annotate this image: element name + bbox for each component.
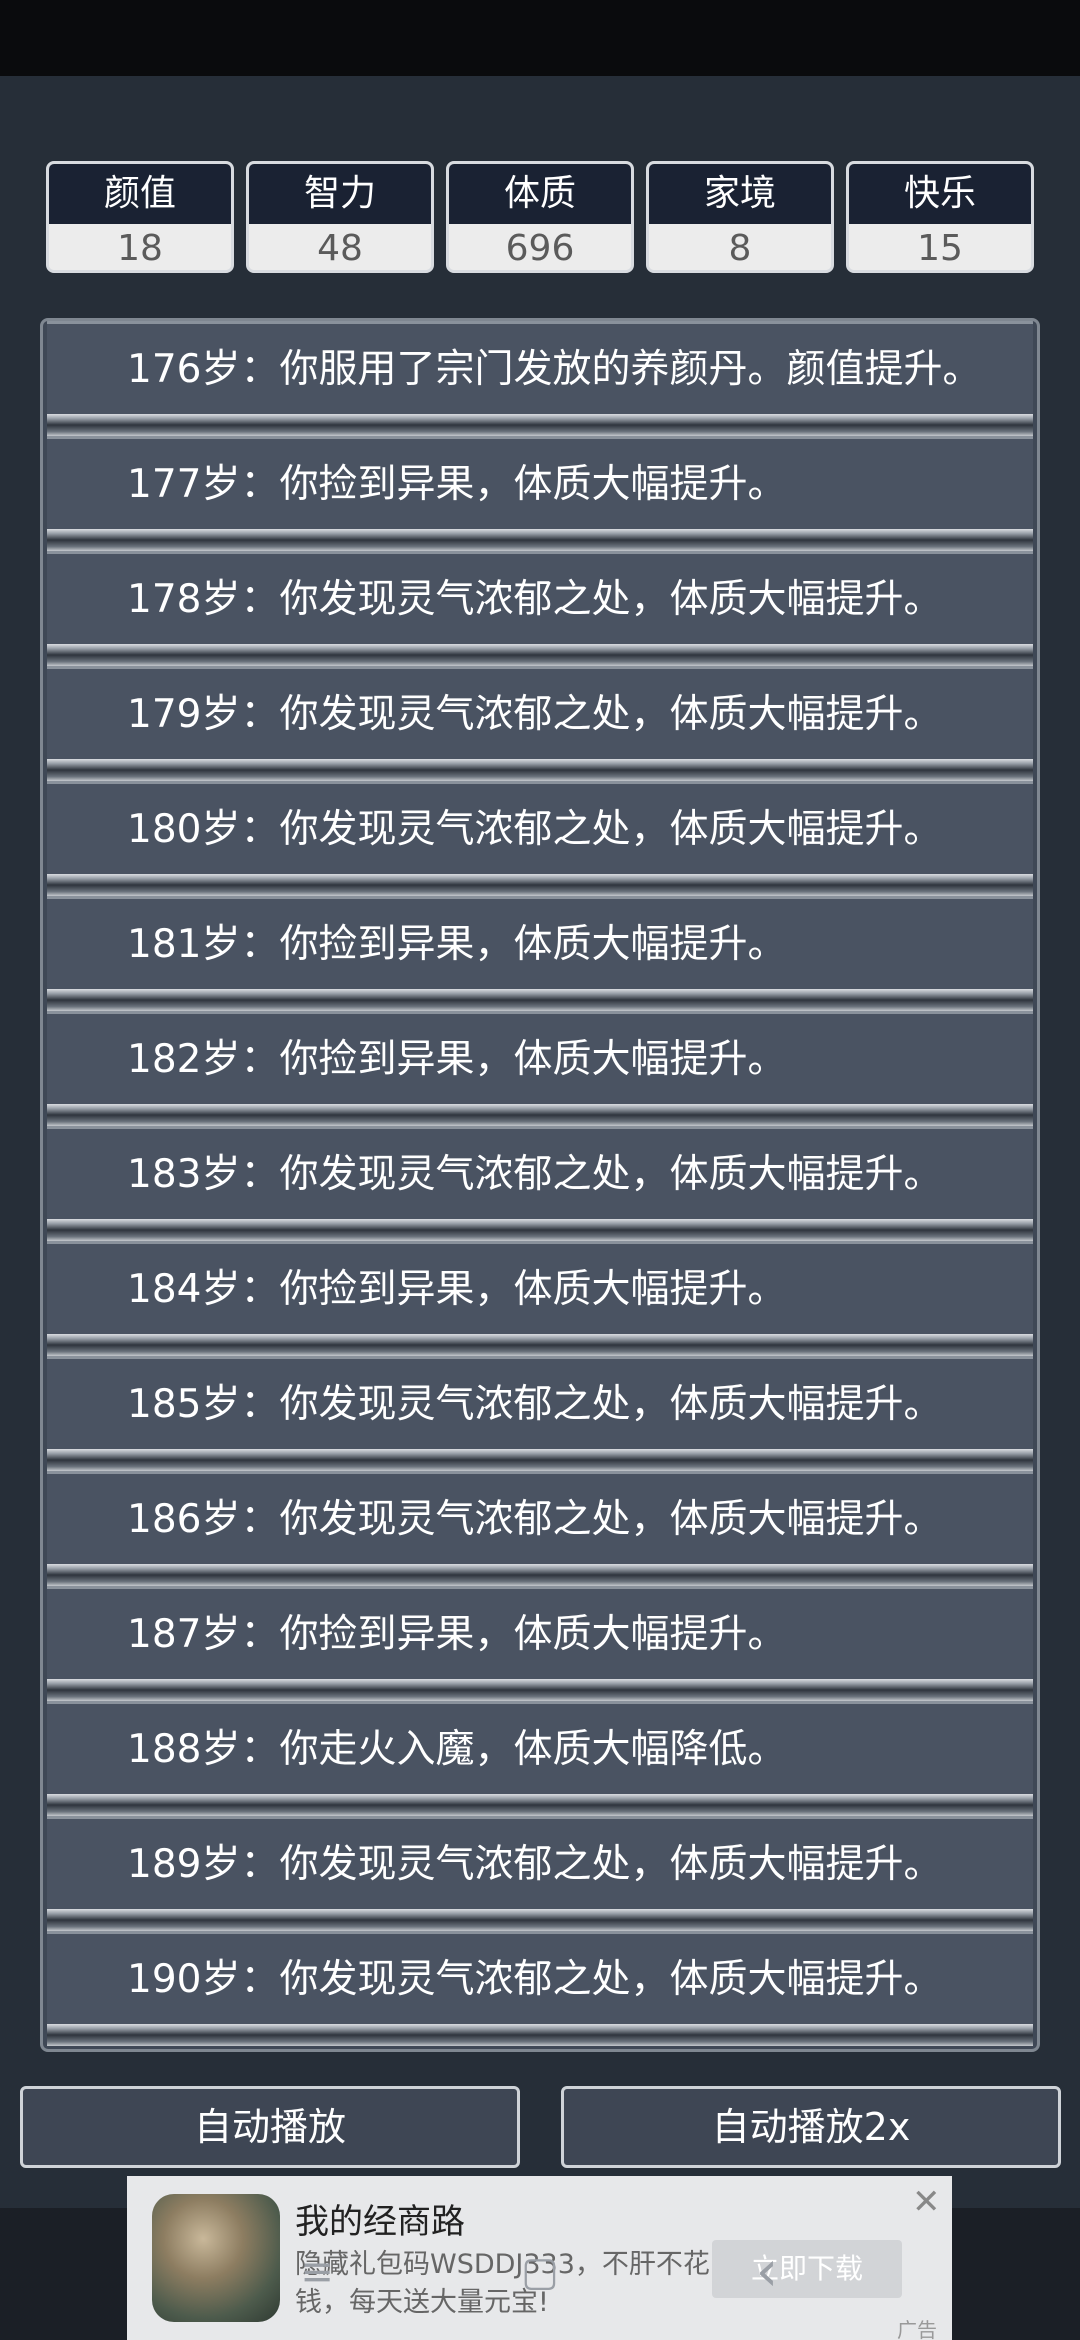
ad-download-button[interactable]: 立即下载 (712, 2240, 902, 2298)
stat-card-family: 家境 8 (646, 161, 834, 273)
log-entry-text: 188岁：你走火入魔，体质大幅降低。 (127, 1727, 787, 1772)
stat-card-intelligence: 智力 48 (246, 161, 434, 273)
log-entry: 178岁：你发现灵气浓郁之处，体质大幅提升。 (47, 551, 1033, 666)
row-divider (47, 414, 1033, 436)
log-entry: 188岁：你走火入魔，体质大幅降低。 (47, 1701, 1033, 1816)
row-divider (47, 1564, 1033, 1586)
log-entry: 179岁：你发现灵气浓郁之处，体质大幅提升。 (47, 666, 1033, 781)
log-entry: 184岁：你捡到异果，体质大幅提升。 (47, 1241, 1033, 1356)
stat-value: 8 (649, 224, 831, 270)
stat-card-appearance: 颜值 18 (46, 161, 234, 273)
ad-app-icon[interactable] (152, 2194, 280, 2322)
log-entry-text: 186岁：你发现灵气浓郁之处，体质大幅提升。 (127, 1497, 943, 1542)
log-entry-text: 185岁：你发现灵气浓郁之处，体质大幅提升。 (127, 1382, 943, 1427)
log-entry: 186岁：你发现灵气浓郁之处，体质大幅提升。 (47, 1471, 1033, 1586)
row-divider (47, 2024, 1033, 2046)
log-entry: 187岁：你捡到异果，体质大幅提升。 (47, 1586, 1033, 1701)
stat-label: 智力 (249, 164, 431, 224)
status-bar (0, 0, 1080, 76)
log-entry-text: 176岁：你服用了宗门发放的养颜丹。颜值提升。 (127, 347, 982, 392)
log-entry: 185岁：你发现灵气浓郁之处，体质大幅提升。 (47, 1356, 1033, 1471)
row-divider (47, 1909, 1033, 1931)
log-entry-text: 178岁：你发现灵气浓郁之处，体质大幅提升。 (127, 577, 943, 622)
log-entry-text: 190岁：你发现灵气浓郁之处，体质大幅提升。 (127, 1957, 943, 2002)
stat-value: 696 (449, 224, 631, 270)
stat-label: 家境 (649, 164, 831, 224)
stat-card-happiness: 快乐 15 (846, 161, 1034, 273)
row-divider (47, 1794, 1033, 1816)
log-entry-text: 181岁：你捡到异果，体质大幅提升。 (127, 922, 787, 967)
auto-play-2x-button[interactable]: 自动播放2x (561, 2086, 1061, 2168)
auto-play-button[interactable]: 自动播放 (20, 2086, 520, 2168)
back-icon[interactable]: ‹ (742, 2244, 792, 2300)
log-entry: 177岁：你捡到异果，体质大幅提升。 (47, 436, 1033, 551)
row-divider (47, 874, 1033, 896)
log-entry: 189岁：你发现灵气浓郁之处，体质大幅提升。 (47, 1816, 1033, 1931)
log-entry: 180岁：你发现灵气浓郁之处，体质大幅提升。 (47, 781, 1033, 896)
log-entry-text: 189岁：你发现灵气浓郁之处，体质大幅提升。 (127, 1842, 943, 1887)
stat-label: 快乐 (849, 164, 1031, 224)
log-entry: 183岁：你发现灵气浓郁之处，体质大幅提升。 (47, 1126, 1033, 1241)
stat-label: 体质 (449, 164, 631, 224)
log-entry-text: 180岁：你发现灵气浓郁之处，体质大幅提升。 (127, 807, 943, 852)
log-entry: 181岁：你捡到异果，体质大幅提升。 (47, 896, 1033, 1011)
ad-title[interactable]: 我的经商路 (295, 2194, 465, 2243)
ad-description[interactable]: 隐藏礼包码WSDDJ333，不肝不花钱，每天送大量元宝! (295, 2246, 715, 2322)
row-divider (47, 1679, 1033, 1701)
stat-value: 15 (849, 224, 1031, 270)
log-entry-text: 184岁：你捡到异果，体质大幅提升。 (127, 1267, 787, 1312)
row-divider (47, 1334, 1033, 1356)
home-icon[interactable]: ▢ (515, 2250, 565, 2294)
row-divider (47, 1449, 1033, 1471)
row-divider (47, 1219, 1033, 1241)
stat-card-constitution: 体质 696 (446, 161, 634, 273)
log-entry: 182岁：你捡到异果，体质大幅提升。 (47, 1011, 1033, 1126)
event-log-panel[interactable]: 176岁：你服用了宗门发放的养颜丹。颜值提升。 177岁：你捡到异果，体质大幅提… (40, 318, 1040, 2052)
row-divider (47, 1104, 1033, 1126)
row-divider (47, 529, 1033, 551)
row-divider (47, 644, 1033, 666)
row-divider (47, 759, 1033, 781)
stat-value: 48 (249, 224, 431, 270)
stat-value: 18 (49, 224, 231, 270)
log-entry: 190岁：你发现灵气浓郁之处，体质大幅提升。 (47, 1931, 1033, 2046)
row-divider (47, 989, 1033, 1011)
menu-icon[interactable]: ≡ (292, 2250, 342, 2294)
stats-bar: 颜值 18 智力 48 体质 696 家境 8 快乐 15 (46, 161, 1036, 273)
log-entry: 176岁：你服用了宗门发放的养颜丹。颜值提升。 (47, 321, 1033, 436)
stat-label: 颜值 (49, 164, 231, 224)
log-entry-text: 179岁：你发现灵气浓郁之处，体质大幅提升。 (127, 692, 943, 737)
log-entry-text: 183岁：你发现灵气浓郁之处，体质大幅提升。 (127, 1152, 943, 1197)
log-entry-text: 177岁：你捡到异果，体质大幅提升。 (127, 462, 787, 507)
app-screen: 颜值 18 智力 48 体质 696 家境 8 快乐 15 176岁：你服用了宗… (0, 0, 1080, 2340)
log-entry-text: 182岁：你捡到异果，体质大幅提升。 (127, 1037, 787, 1082)
log-entry-text: 187岁：你捡到异果，体质大幅提升。 (127, 1612, 787, 1657)
ad-tag: 广告 (897, 2318, 937, 2340)
close-icon[interactable]: ✕ (912, 2182, 941, 2222)
